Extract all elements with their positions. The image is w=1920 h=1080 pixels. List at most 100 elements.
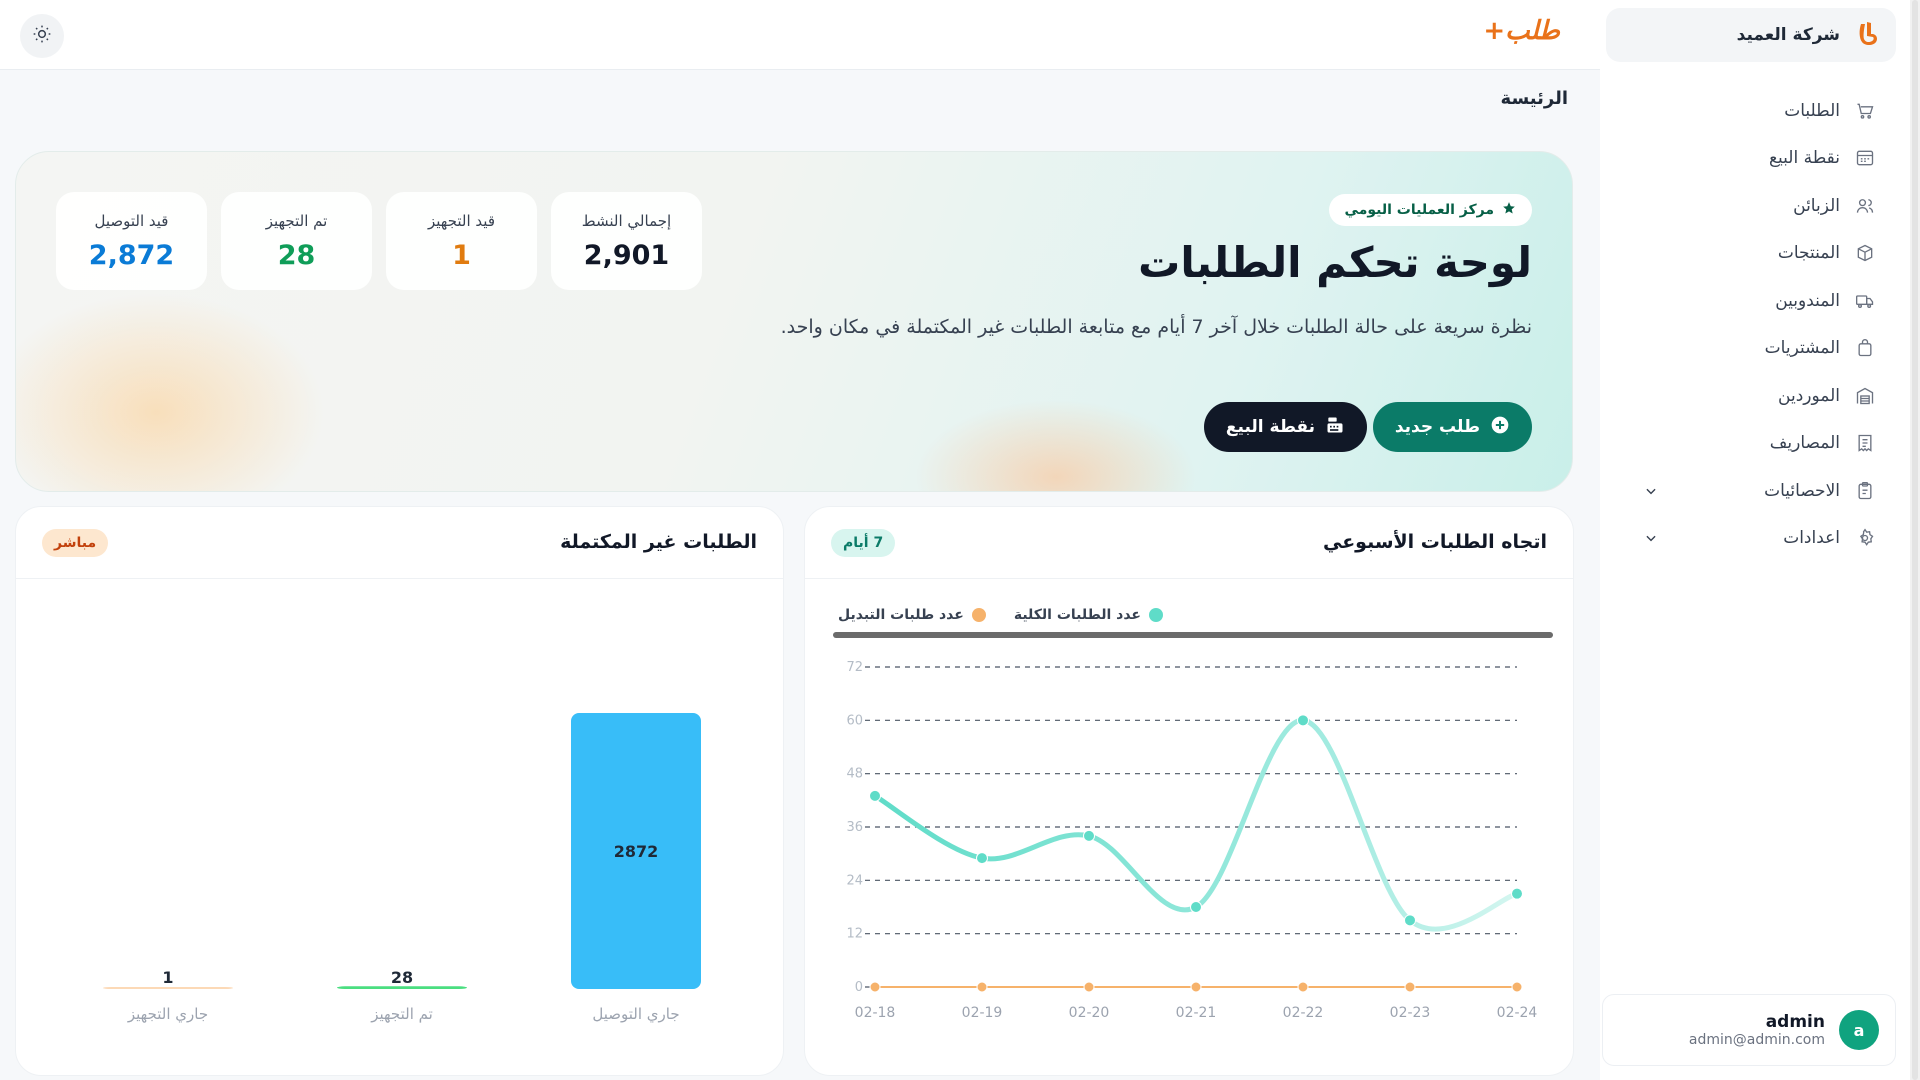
sidebar-item-label: نقطة البيع [1768, 148, 1840, 169]
pos-icon [1854, 147, 1876, 169]
sidebar-item-label: المشتريات [1764, 338, 1840, 359]
data-point-total [1190, 901, 1202, 913]
new-order-button[interactable]: طلب جديد [1372, 402, 1532, 452]
hero-badge: مركز العمليات اليومي [1328, 194, 1532, 226]
sidebar-item-suppliers[interactable]: الموردين [1626, 372, 1896, 420]
sidebar-item-expenses[interactable]: المصاريف [1626, 420, 1896, 468]
weekly-trend-card: اتجاه الطلبات الأسبوعي 7 أيام عدد الطلبا… [804, 506, 1574, 1076]
sidebar-item-orders[interactable]: الطلبات [1626, 87, 1896, 135]
card-header: اتجاه الطلبات الأسبوعي 7 أيام [805, 507, 1573, 579]
data-point-total [1404, 914, 1416, 927]
truck-icon [1854, 290, 1876, 312]
data-point-total [1297, 714, 1309, 727]
data-point-exchange [976, 981, 988, 993]
stat-label: تم التجهيز [265, 211, 328, 230]
legend-label: عدد طلبات التبديل [837, 607, 964, 623]
plus-circle-icon [1490, 415, 1510, 440]
avatar: a [1839, 1010, 1879, 1050]
user-profile-card[interactable]: a admin admin@admin.com [1602, 994, 1896, 1066]
bar-category-label: جاري التجهيز [127, 1005, 208, 1024]
y-tick-label: 24 [846, 873, 863, 888]
legend-dot [971, 608, 986, 622]
sidebar: شركة العميد الطلبات نقطة البيع الزبائن ا… [1600, 0, 1920, 1080]
cart-icon [1854, 100, 1876, 122]
sidebar-item-pos[interactable]: نقطة البيع [1626, 135, 1896, 183]
data-point-total [1083, 829, 1095, 842]
company-switcher[interactable]: شركة العميد [1606, 8, 1896, 62]
y-tick-label: 48 [846, 767, 863, 782]
range-badge: 7 أيام [831, 529, 896, 557]
stat-value: 2,872 [88, 239, 175, 271]
sidebar-item-label: اعدادات [1783, 528, 1840, 549]
legend-scrollbar[interactable] [833, 632, 1553, 638]
bar-value-label: 2872 [614, 842, 659, 861]
card-header: الطلبات غير المكتملة مباشر [16, 507, 783, 579]
company-name: شركة العميد [1736, 25, 1840, 45]
stat-delivering: قيد التوصيل 2,872 [56, 192, 207, 290]
sidebar-item-products[interactable]: المنتجات [1626, 230, 1896, 278]
stat-value: 1 [452, 239, 471, 271]
bar-value-label: 28 [391, 968, 413, 987]
gear-icon [1854, 527, 1876, 549]
live-badge: مباشر [42, 529, 109, 557]
legend-label: عدد الطلبات الكلية [1013, 607, 1141, 623]
theme-toggle-button[interactable] [20, 14, 64, 58]
card-title: اتجاه الطلبات الأسبوعي [1322, 531, 1547, 553]
stat-preparing: قيد التجهيز 1 [386, 192, 537, 290]
users-icon [1854, 195, 1876, 217]
hero-panel: مركز العمليات اليومي لوحة تحكم الطلبات ن… [15, 151, 1573, 492]
warehouse-icon [1854, 385, 1876, 407]
sidebar-item-label: الاحصائيات [1764, 480, 1840, 501]
legend-item-exchange[interactable]: عدد طلبات التبديل [838, 607, 986, 623]
bag-icon [1854, 337, 1876, 359]
data-point-exchange [869, 981, 881, 993]
sidebar-item-label: الموردين [1778, 385, 1840, 406]
page-title: الرئيسة [1500, 88, 1568, 109]
data-point-total [869, 789, 881, 802]
data-point-exchange [1297, 981, 1309, 993]
sidebar-item-label: الزبائن [1793, 195, 1840, 216]
sidebar-item-customers[interactable]: الزبائن [1626, 182, 1896, 230]
pos-button[interactable]: نقطة البيع [1203, 402, 1367, 452]
user-email: admin@admin.com [1688, 1032, 1825, 1048]
x-tick-label: 02-19 [962, 1005, 1003, 1021]
x-tick-label: 02-21 [1176, 1005, 1217, 1021]
y-tick-label: 36 [846, 820, 863, 835]
y-tick-label: 60 [846, 713, 863, 728]
data-point-total [1511, 887, 1523, 900]
top-bar: طلب+ [0, 0, 1600, 70]
company-logo-icon [1852, 20, 1882, 50]
pos-label: نقطة البيع [1225, 417, 1315, 437]
legend-item-total[interactable]: عدد الطلبات الكلية [1014, 607, 1163, 623]
x-tick-label: 02-22 [1283, 1005, 1324, 1021]
chevron-down-icon[interactable] [1642, 530, 1658, 546]
clipboard-icon [1854, 480, 1876, 502]
sidebar-item-purchases[interactable]: المشتريات [1626, 325, 1896, 373]
cash-register-icon [1325, 415, 1345, 440]
x-tick-label: 02-24 [1497, 1005, 1538, 1021]
sidebar-item-label: الطلبات [1784, 100, 1840, 121]
sidebar-item-label: المندوبين [1775, 290, 1840, 311]
user-info: admin admin@admin.com [1603, 1012, 1825, 1048]
brand-logo[interactable]: طلب+ [1483, 16, 1560, 46]
sun-icon [32, 24, 52, 48]
stat-label: قيد التوصيل [94, 211, 169, 230]
bar-chart: 2872 جاري التوصيل 28 تم التجهيز 1 جاري التجهي… [103, 713, 701, 1024]
hero-description: نظرة سريعة على حالة الطلبات خلال آخر 7 أ… [780, 316, 1532, 338]
receipt-icon [1854, 432, 1876, 454]
sidebar-item-statistics[interactable]: الاحصائيات [1626, 467, 1896, 515]
sidebar-item-label: المنتجات [1777, 243, 1840, 264]
sidebar-item-drivers[interactable]: المندوبين [1626, 277, 1896, 325]
stats-row: قيد التوصيل 2,872 تم التجهيز 28 قيد التج… [56, 192, 702, 290]
new-order-label: طلب جديد [1394, 417, 1480, 437]
sidebar-scrollbar[interactable] [1910, 0, 1920, 1080]
sidebar-item-label: المصاريف [1769, 433, 1840, 454]
sidebar-item-settings[interactable]: اعدادات [1626, 515, 1896, 563]
chevron-down-icon[interactable] [1642, 483, 1658, 499]
stat-label: إجمالي النشط [581, 211, 672, 230]
hero-badge-label: مركز العمليات اليومي [1344, 202, 1494, 218]
y-tick-label: 12 [846, 927, 863, 942]
stat-label: قيد التجهيز [427, 211, 495, 230]
scrollbar-thumb[interactable] [1912, 0, 1918, 1080]
x-tick-label: 02-23 [1390, 1005, 1431, 1021]
